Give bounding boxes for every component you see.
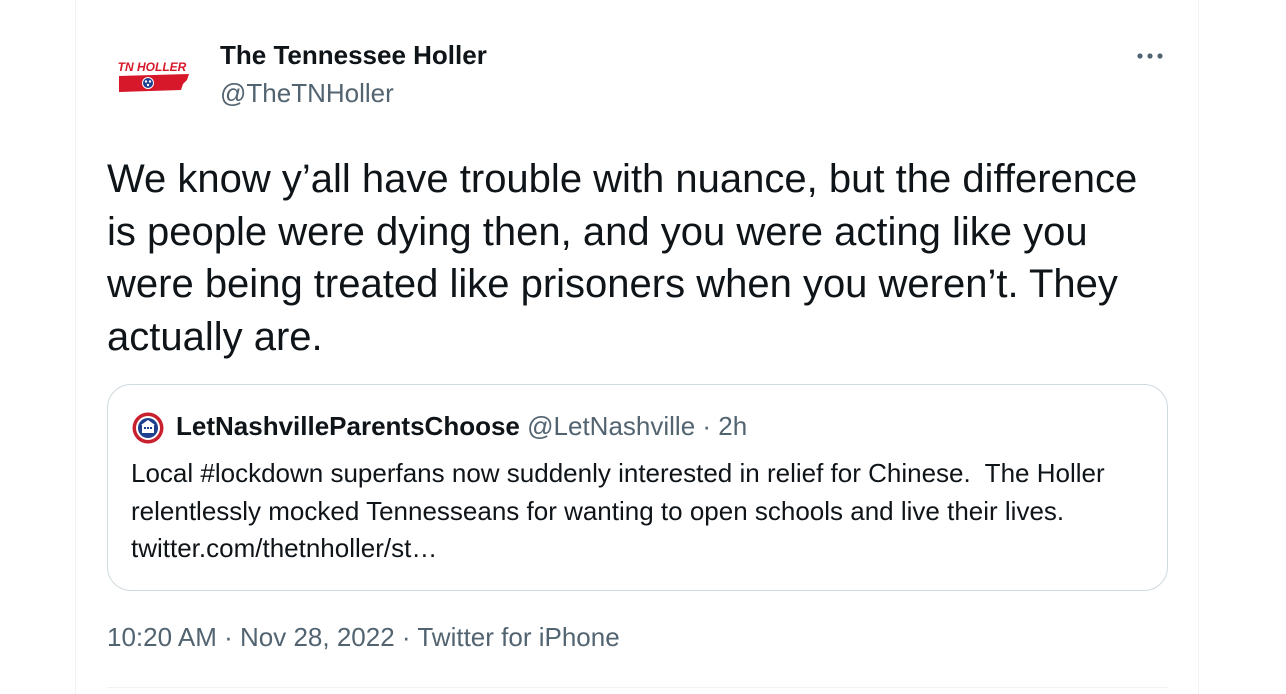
quoted-tweet-time[interactable]: 2h [718,411,747,441]
logo-text: TN HOLLER [118,60,187,74]
tweet-source[interactable]: Twitter for iPhone [417,622,619,652]
divider [107,687,1168,688]
tweet-time[interactable]: 10:20 AM [107,622,217,652]
more-options-button[interactable] [1128,40,1172,72]
quoted-author-handle[interactable]: @LetNashville [527,411,695,441]
author-display-name[interactable]: The Tennessee Holler [220,40,487,71]
separator-dot: · [224,622,233,652]
author-handle[interactable]: @TheTNHoller [220,78,394,109]
quoted-author-avatar[interactable] [132,412,164,444]
author-avatar[interactable]: TN HOLLER [107,40,197,130]
tweet-metadata: 10:20 AM · Nov 28, 2022 · Twitter for iP… [107,622,620,653]
quoted-author-name[interactable]: LetNashvilleParentsChoose [176,411,520,441]
tweet-text: We know y’all have trouble with nuance, … [107,157,1149,359]
quoted-tweet-header: LetNashvilleParentsChoose @LetNashville … [176,411,747,442]
separator-dot: · [702,411,712,441]
quoted-tweet-text: Local #lockdown superfans now suddenly i… [131,458,1112,563]
school-seal-icon [132,412,164,444]
tweet-date[interactable]: Nov 28, 2022 [240,622,395,652]
tn-holler-logo: TN HOLLER [118,60,189,92]
more-horizontal-icon [1137,53,1163,59]
separator-dot: · [401,622,411,652]
